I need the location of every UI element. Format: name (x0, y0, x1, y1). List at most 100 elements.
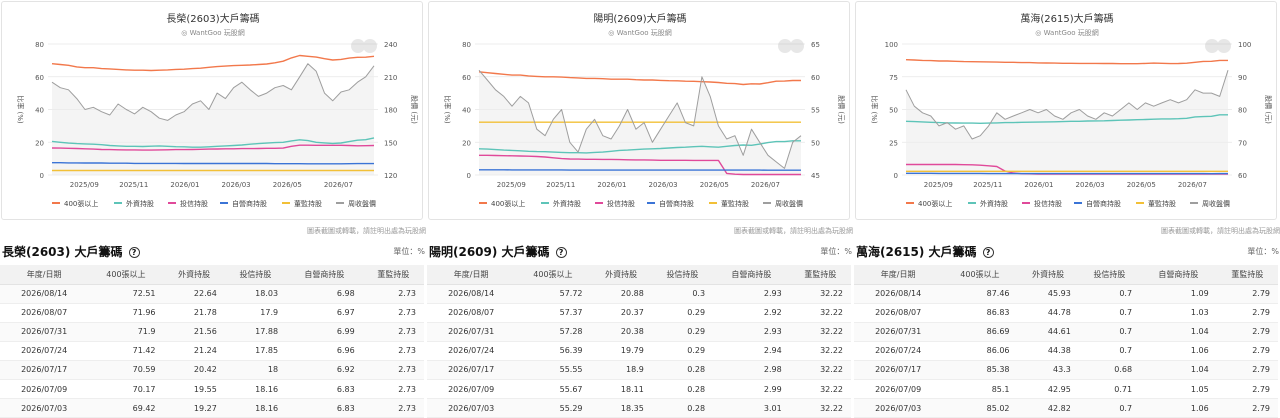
value-cell: 2.73 (363, 303, 424, 322)
value-cell: 2.94 (713, 341, 790, 360)
value-cell: 2.73 (363, 341, 424, 360)
y2-tick-label: 210 (384, 74, 397, 82)
x-tick-label: 2026/01 (597, 181, 626, 189)
column-header[interactable]: 400張以上 (88, 265, 163, 284)
value-cell: 2.79 (1217, 360, 1278, 379)
column-header[interactable]: 董監持股 (1217, 265, 1278, 284)
panel-2609: 陽明(2609)大戶籌碼◎ WantGoo 玩股網020406080455055… (427, 0, 853, 416)
column-header[interactable]: 外資持股 (1018, 265, 1079, 284)
value-cell: 0.28 (652, 399, 713, 418)
table-header-row: 年度/日期400張以上外資持股投信持股自營商持股董監持股 (427, 265, 851, 284)
table-row: 2026/07/0955.6718.110.282.9932.22 (427, 379, 851, 398)
panel-2615: 萬海(2615)大戶籌碼◎ WantGoo 玩股網025507510060708… (854, 0, 1280, 416)
date-cell: 2026/07/03 (427, 399, 515, 418)
column-header[interactable]: 投信持股 (1079, 265, 1140, 284)
chart-subtitle: ◎ WantGoo 玩股網 (608, 28, 672, 37)
holdings-table: 年度/日期400張以上外資持股投信持股自營商持股董監持股2026/08/1472… (0, 265, 424, 418)
date-cell: 2026/07/17 (0, 360, 88, 379)
column-header[interactable]: 董監持股 (790, 265, 851, 284)
legend-item: 自營商持股 (232, 199, 267, 208)
column-header[interactable]: 400張以上 (942, 265, 1017, 284)
x-tick-label: 2025/11 (973, 181, 1002, 189)
x-tick-label: 2026/05 (273, 181, 302, 189)
legend-item: 投信持股 (607, 199, 635, 208)
date-cell: 2026/07/17 (427, 360, 515, 379)
column-header[interactable]: 外資持股 (591, 265, 652, 284)
y-tick-label: 20 (462, 139, 471, 147)
y-tick-label: 60 (462, 74, 471, 82)
value-cell: 0.28 (652, 360, 713, 379)
value-cell: 18 (225, 360, 286, 379)
date-cell: 2026/07/24 (427, 341, 515, 360)
chart-title: 萬海(2615)大戶籌碼 (1020, 12, 1113, 25)
date-cell: 2026/08/14 (0, 284, 88, 303)
y2-tick-label: 50 (811, 139, 820, 147)
value-cell: 18.03 (225, 284, 286, 303)
value-cell: 20.37 (591, 303, 652, 322)
column-header[interactable]: 投信持股 (652, 265, 713, 284)
logo-shape (1217, 39, 1231, 53)
table-title: 陽明(2609) 大戶籌碼? (429, 243, 567, 260)
column-header[interactable]: 自營商持股 (713, 265, 790, 284)
value-cell: 57.28 (515, 322, 590, 341)
x-tick-label: 2025/11 (119, 181, 148, 189)
unit-label: 單位：% (820, 246, 852, 257)
legend-item: 投信持股 (180, 199, 208, 208)
series-line-s400 (906, 60, 1228, 64)
value-cell: 0.68 (1079, 360, 1140, 379)
x-tick-label: 2025/09 (70, 181, 99, 189)
table-row: 2026/08/1472.5122.6418.036.982.73 (0, 284, 424, 303)
table-row: 2026/08/1487.4645.930.71.092.79 (854, 284, 1278, 303)
table-row: 2026/07/2486.0644.380.71.062.79 (854, 341, 1278, 360)
table-row: 2026/08/0786.8344.780.71.032.79 (854, 303, 1278, 322)
legend-item: 400張以上 (918, 199, 952, 208)
column-header[interactable]: 投信持股 (225, 265, 286, 284)
help-icon[interactable]: ? (129, 247, 140, 258)
legend-item: 自營商持股 (1086, 199, 1121, 208)
column-header[interactable]: 年度/日期 (854, 265, 942, 284)
value-cell: 2.93 (713, 322, 790, 341)
x-tick-label: 2026/03 (649, 181, 678, 189)
chart-card: 長榮(2603)大戶籌碼◎ WantGoo 玩股網020406080120150… (1, 1, 423, 220)
y2-tick-label: 60 (1238, 172, 1247, 180)
legend-item: 400張以上 (491, 199, 525, 208)
x-tick-label: 2026/05 (1127, 181, 1156, 189)
holdings-chart: 陽明(2609)大戶籌碼◎ WantGoo 玩股網020406080455055… (429, 2, 850, 220)
column-header[interactable]: 自營商持股 (286, 265, 363, 284)
value-cell: 1.05 (1140, 379, 1217, 398)
value-cell: 0.71 (1079, 379, 1140, 398)
y-tick-label: 75 (889, 74, 898, 82)
column-header[interactable]: 年度/日期 (427, 265, 515, 284)
chart-source-note: 圖表截圖或轉載，請註明出處為玩股網 (307, 226, 426, 236)
date-cell: 2026/08/14 (854, 284, 942, 303)
column-header[interactable]: 自營商持股 (1140, 265, 1217, 284)
column-header[interactable]: 年度/日期 (0, 265, 88, 284)
value-cell: 2.79 (1217, 284, 1278, 303)
table-row: 2026/07/2456.3919.790.292.9432.22 (427, 341, 851, 360)
y-axis-label: 比率 (%) (443, 95, 452, 124)
y-tick-label: 20 (35, 139, 44, 147)
help-icon[interactable]: ? (556, 247, 567, 258)
help-icon[interactable]: ? (983, 247, 994, 258)
value-cell: 18.16 (225, 399, 286, 418)
y2-axis-label: 股價 (元) (410, 95, 419, 124)
unit-label: 單位：% (1247, 246, 1279, 257)
value-cell: 6.98 (286, 284, 363, 303)
value-cell: 55.55 (515, 360, 590, 379)
legend-item: 投信持股 (1034, 199, 1062, 208)
value-cell: 69.42 (88, 399, 163, 418)
value-cell: 44.78 (1018, 303, 1079, 322)
table-row: 2026/07/1770.5920.42186.922.73 (0, 360, 424, 379)
value-cell: 6.83 (286, 379, 363, 398)
table-row: 2026/07/2471.4221.2417.856.962.73 (0, 341, 424, 360)
date-cell: 2026/07/03 (0, 399, 88, 418)
legend-item: 400張以上 (64, 199, 98, 208)
value-cell: 2.99 (713, 379, 790, 398)
value-cell: 0.7 (1079, 322, 1140, 341)
column-header[interactable]: 400張以上 (515, 265, 590, 284)
value-cell: 1.06 (1140, 399, 1217, 418)
column-header[interactable]: 外資持股 (164, 265, 225, 284)
column-header[interactable]: 董監持股 (363, 265, 424, 284)
value-cell: 71.9 (88, 322, 163, 341)
holdings-chart: 萬海(2615)大戶籌碼◎ WantGoo 玩股網025507510060708… (856, 2, 1277, 220)
